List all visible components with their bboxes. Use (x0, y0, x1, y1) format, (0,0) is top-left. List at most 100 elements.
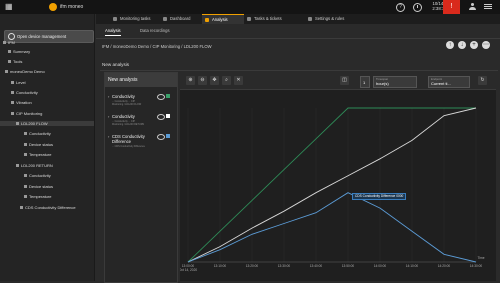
tab-label: Analysis (212, 17, 228, 22)
series-item[interactable]: › Conductivity ... Conductivity ... CIP … (107, 93, 175, 115)
tab-dashboard[interactable]: Dashboard (160, 14, 206, 24)
panel-title: New analysis (105, 73, 177, 87)
timespan-value: hour(s) (376, 81, 389, 86)
sidebar-item-label: CDS Conductivity Difference (25, 205, 76, 210)
tab-tasks-tickets[interactable]: Tasks & tickets (244, 14, 304, 24)
device-management-button[interactable]: Open device management (4, 30, 94, 43)
sidebar-item-flow-temperature[interactable]: Temperature (24, 152, 51, 157)
x-axis-end-label: Time (478, 256, 485, 260)
sidebar-item-conductivity[interactable]: Conductivity (11, 90, 38, 95)
sidebar-item-flow-device-status[interactable]: Device status (24, 142, 53, 147)
x-tick-label: 13:30:00 (278, 264, 291, 268)
sidebar-item-label: Conductivity (29, 173, 51, 178)
alert-button[interactable]: ! (443, 0, 460, 14)
upload-icon[interactable]: ↑ (446, 41, 454, 49)
chevron-right-icon[interactable]: › (108, 94, 109, 99)
sensor-icon (16, 164, 19, 168)
ticket-icon (247, 17, 251, 21)
sidebar-item-return-device-status[interactable]: Device status (24, 184, 53, 189)
folder-icon (3, 41, 6, 45)
sidebar-item-label: Level (16, 80, 26, 85)
sidebar-item-tools[interactable]: Tools (8, 59, 22, 64)
x-tick-label: 13:10:00 (214, 264, 227, 268)
sidebar-item-summary[interactable]: Summary (8, 49, 30, 54)
series-line-1[interactable] (187, 107, 476, 263)
breadcrumb: IFM / moneoDemo Demo / CIP Monitoring / … (102, 44, 212, 49)
pan-icon[interactable]: ✥ (210, 76, 219, 85)
section-title: New analysis (102, 62, 130, 67)
measurement-icon (24, 143, 27, 147)
series-line-2[interactable] (187, 107, 477, 263)
device-management-label: Open device management (17, 34, 67, 39)
series-path: Monitoring / LDL200 RETURN (112, 123, 145, 126)
series-line-3[interactable] (187, 192, 477, 263)
x-tick-label: 14:10:00 (406, 264, 419, 268)
x-tick-label: 14:00:00 (374, 264, 387, 268)
folder-icon (11, 81, 14, 85)
more-icon[interactable]: ⋯ (482, 41, 490, 49)
main-tabs: Monitoring tasks Dashboard Analysis Task… (96, 14, 500, 25)
sidebar-item-moneo-demo[interactable]: moneoDemo Demo (5, 69, 45, 74)
chevron-right-icon[interactable]: › (108, 114, 109, 119)
dashboard-icon[interactable]: ▦ (5, 2, 15, 12)
tab-label: Tasks & tickets (254, 16, 282, 21)
sidebar-item-label: LDL200 RETURN (21, 163, 53, 168)
series-item[interactable]: › CDS Conductivity Difference ... CDS Co… (107, 133, 175, 155)
measurement-icon (24, 185, 27, 189)
x-tick-sublabel: Oct 14, 2020 (180, 268, 197, 272)
measurement-icon (24, 153, 27, 157)
user-icon[interactable] (469, 3, 476, 10)
series-name: Conductivity (112, 114, 135, 119)
sidebar-item-label: Vibration (16, 100, 32, 105)
zoom-in-icon[interactable]: ⊕ (186, 76, 195, 85)
download-icon[interactable]: ↓ (458, 41, 466, 49)
timespan-select[interactable]: Timespan hour(s) (373, 76, 417, 88)
menu-icon[interactable] (484, 4, 492, 5)
visibility-icon[interactable] (157, 114, 165, 120)
measurement-icon (24, 174, 27, 178)
series-color-swatch[interactable] (166, 114, 170, 118)
line-chart: 13:00:00 13:10:00 13:20:00 13:30:00 13:40:00… (179, 90, 496, 281)
sidebar-item-vibration[interactable]: Vibration (11, 100, 32, 105)
series-color-swatch[interactable] (166, 94, 170, 98)
help-icon[interactable]: ? (396, 3, 405, 12)
chart-tooltip: CDS Conductivity Difference 0000 (352, 193, 407, 200)
series-path: Monitoring / LDL200 FLOW (112, 103, 142, 106)
measurement-icon (24, 195, 27, 199)
sidebar-item-ifm[interactable]: IFM (3, 40, 15, 45)
tab-settings-rules[interactable]: Settings & rules (305, 14, 365, 24)
series-color-swatch[interactable] (166, 134, 170, 138)
visibility-icon[interactable] (157, 94, 165, 100)
zoom-out-icon[interactable]: ⊖ (198, 76, 207, 85)
chart-svg: 13:00:00 13:10:00 13:20:00 13:30:00 13:40:00… (179, 107, 485, 272)
visibility-icon[interactable] (157, 134, 165, 140)
chart-toolbar: ⊕ ⊖ ✥ ⌕ ✕ ◫ 1 Timespan hour(s) Endpoint … (180, 73, 496, 90)
series-panel: New analysis › Conductivity ... Conducti… (104, 72, 178, 283)
tab-label: Settings & rules (315, 16, 345, 21)
endpoint-select[interactable]: Endpoint Current ti... (428, 76, 470, 88)
sidebar-item-return-temperature[interactable]: Temperature (24, 194, 51, 199)
series-name: Conductivity (112, 94, 135, 99)
chart-type-icon[interactable]: ◫ (340, 76, 349, 85)
sidebar-item-level[interactable]: Level (11, 80, 26, 85)
timespan-number-value: 1 (363, 80, 366, 85)
fit-icon[interactable]: ✕ (234, 76, 243, 85)
chevron-right-icon[interactable]: › (108, 134, 109, 139)
timespan-number[interactable]: 1 (360, 76, 370, 88)
series-item[interactable]: › Conductivity ... Conductivity ... CIP … (107, 113, 175, 135)
top-bar: ▦ ifm moneo ? 10/14/2020 2:38:11 PM ! (0, 0, 500, 14)
sidebar-item-ldl200-flow[interactable]: LDL200 FLOW (0, 121, 94, 126)
folder-icon (11, 91, 14, 95)
subtab-data-recordings[interactable]: Data recordings (140, 28, 170, 33)
sidebar-item-label: CIP Monitoring (16, 111, 43, 116)
sidebar-item-ldl200-return[interactable]: LDL200 RETURN (16, 163, 53, 168)
search-icon[interactable]: ⌕ (222, 76, 231, 85)
sidebar-item-cds-difference[interactable]: CDS Conductivity Difference (20, 205, 76, 210)
sidebar-item-return-conductivity[interactable]: Conductivity (24, 173, 51, 178)
subtab-analysis[interactable]: Analysis (105, 28, 121, 36)
sidebar-item-cip-monitoring[interactable]: CIP Monitoring (11, 111, 42, 116)
add-icon[interactable]: + (470, 41, 478, 49)
refresh-icon[interactable]: ↻ (478, 76, 487, 85)
sidebar-item-flow-conductivity[interactable]: Conductivity (24, 131, 51, 136)
sidebar-item-label: Summary (13, 49, 31, 54)
